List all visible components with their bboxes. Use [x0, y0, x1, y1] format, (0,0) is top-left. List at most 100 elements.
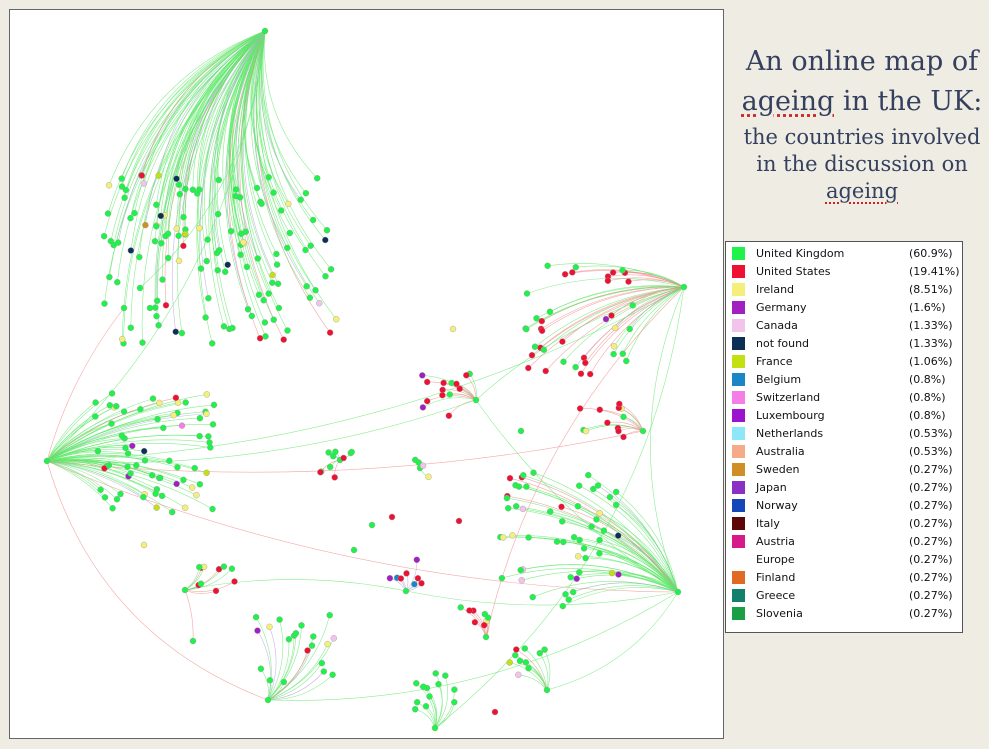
graph-node — [348, 448, 355, 456]
graph-node — [582, 359, 589, 367]
graph-node — [559, 602, 566, 610]
graph-node — [481, 622, 488, 629]
graph-node — [350, 546, 358, 554]
graph-edge — [262, 30, 328, 231]
graph-node — [101, 494, 109, 501]
graph-node — [326, 329, 334, 336]
graph-node — [178, 329, 186, 337]
graph-node — [309, 216, 317, 224]
legend-label: Australia — [756, 445, 805, 458]
graph-node — [101, 300, 108, 307]
graph-node — [530, 469, 537, 476]
graph-node — [196, 224, 203, 232]
hub-node — [43, 457, 51, 465]
graph-node — [471, 619, 479, 626]
graph-node — [455, 517, 463, 525]
graph-node — [153, 223, 160, 230]
graph-node — [255, 291, 263, 298]
graph-node — [114, 279, 121, 286]
graph-node — [175, 232, 182, 240]
graph-node — [122, 186, 130, 194]
graph-node — [120, 304, 128, 312]
graph-node — [615, 571, 622, 578]
legend-label: Canada — [756, 319, 798, 332]
graph-node — [620, 433, 627, 441]
graph-node — [155, 322, 162, 329]
graph-node — [413, 680, 420, 687]
graph-node — [204, 236, 211, 243]
graph-node — [596, 550, 603, 557]
graph-node — [304, 647, 311, 654]
graph-node — [188, 484, 196, 491]
graph-node — [593, 516, 600, 523]
graph-node — [439, 386, 446, 394]
graph-node — [533, 315, 540, 322]
graph-node — [262, 333, 269, 340]
graph-node — [520, 472, 527, 479]
graph-node — [176, 190, 184, 198]
graph-node — [210, 401, 218, 409]
graph-node — [538, 317, 545, 325]
graph-node — [440, 379, 447, 387]
graph-node — [141, 457, 149, 464]
graph-node — [178, 422, 186, 429]
graph-edge — [562, 587, 679, 607]
graph-node — [108, 390, 116, 397]
graph-node — [127, 214, 134, 222]
legend-label: Japan — [756, 481, 787, 494]
legend-label: United States — [756, 265, 831, 278]
graph-node — [610, 350, 617, 358]
legend-item: not found (1.33%) — [726, 335, 964, 353]
legend-percentage: (60.9%) — [909, 247, 953, 260]
graph-edge — [260, 668, 269, 701]
graph-node — [604, 277, 612, 284]
graph-node — [576, 405, 584, 412]
graph-node — [585, 471, 592, 479]
graph-node — [137, 406, 144, 413]
graph-node — [276, 616, 283, 623]
graph-node — [164, 230, 172, 237]
graph-node — [189, 186, 197, 194]
graph-node — [205, 433, 212, 440]
hub-node — [402, 587, 410, 595]
legend-label: Austria — [756, 535, 795, 548]
graph-node — [140, 541, 148, 549]
graph-node — [220, 563, 228, 570]
graph-node — [435, 681, 442, 688]
graph-node — [576, 536, 583, 544]
graph-node — [331, 474, 338, 481]
graph-node — [118, 432, 126, 439]
legend-item: France (1.06%) — [726, 353, 964, 371]
graph-node — [446, 391, 453, 398]
graph-node — [205, 295, 212, 302]
graph-node — [160, 424, 167, 432]
graph-node — [209, 505, 216, 513]
graph-node — [94, 447, 102, 455]
graph-node — [538, 327, 546, 334]
graph-node — [463, 372, 470, 379]
graph-node — [133, 462, 140, 469]
graph-node — [560, 358, 567, 365]
graph-node — [120, 408, 128, 415]
graph-node — [278, 207, 285, 214]
legend-percentage: (0.27%) — [909, 463, 953, 476]
graph-node — [418, 580, 425, 587]
graph-node — [180, 242, 187, 250]
graph-node — [449, 325, 457, 333]
graph-node — [180, 476, 187, 484]
graph-node — [542, 367, 549, 375]
legend-swatch — [732, 535, 745, 548]
graph-node — [522, 659, 530, 666]
graph-edge — [539, 653, 549, 691]
graph-node — [615, 532, 622, 539]
graph-node — [602, 315, 610, 323]
graph-node — [608, 312, 615, 319]
graph-node — [506, 475, 514, 482]
legend-item: Ireland (8.51%) — [726, 281, 964, 299]
legend-label: Belgium — [756, 373, 802, 386]
graph-node — [109, 505, 116, 512]
graph-node — [261, 319, 269, 326]
graph-node — [156, 399, 163, 407]
graph-node — [269, 279, 276, 286]
graph-node — [105, 182, 113, 189]
